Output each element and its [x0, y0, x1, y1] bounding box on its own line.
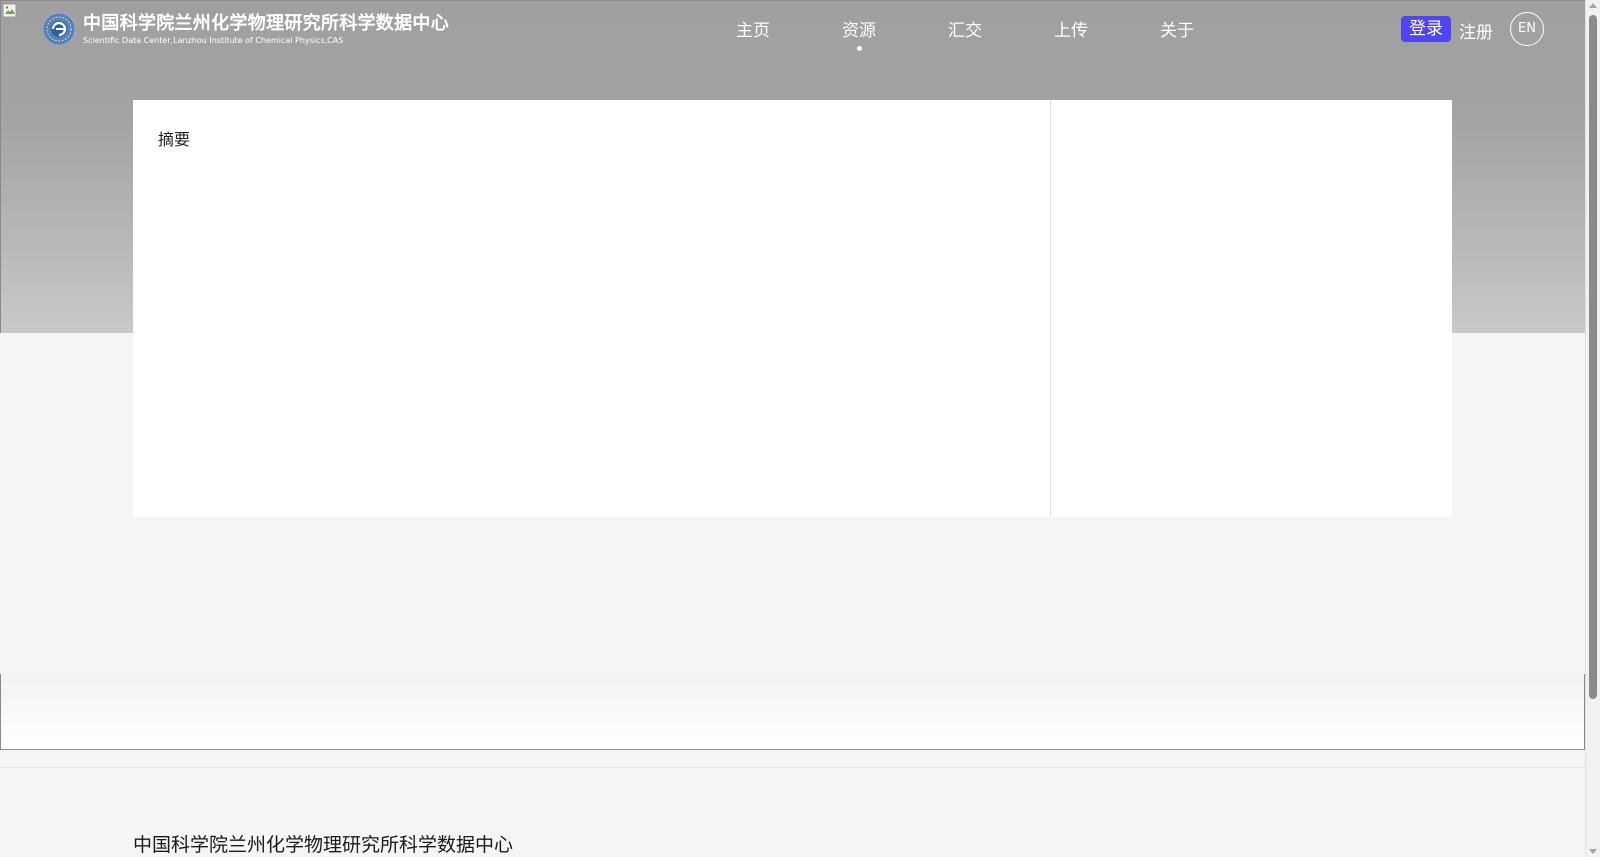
nav-item-label: 汇交 [948, 21, 982, 41]
nav-item-label: 资源 [842, 21, 876, 41]
nav-item-upload[interactable]: 上传 [1018, 16, 1124, 41]
lower-section [0, 674, 1585, 750]
active-indicator-dot [857, 46, 862, 51]
register-link[interactable]: 注册 [1459, 18, 1493, 43]
content-card: 摘要 [133, 100, 1452, 517]
side-panel [1051, 100, 1452, 517]
nav-item-submit[interactable]: 汇交 [912, 16, 1018, 41]
footer-title: 中国科学院兰州化学物理研究所科学数据中心 [133, 834, 514, 856]
abstract-heading: 摘要 [158, 130, 191, 149]
nav-item-about[interactable]: 关于 [1124, 16, 1230, 41]
nav-item-resources[interactable]: 资源 [806, 16, 912, 51]
scroll-up-arrow-icon[interactable] [1589, 3, 1597, 8]
nav-item-label: 关于 [1160, 21, 1194, 41]
site-footer: 中国科学院兰州化学物理研究所科学数据中心 [0, 767, 1585, 857]
main-nav: 主页 资源 汇交 上传 关于 [700, 16, 1230, 51]
page: 中国科学院兰州化学物理研究所科学数据中心 Scientific Data Cen… [0, 0, 1600, 857]
site-title[interactable]: 中国科学院兰州化学物理研究所科学数据中心 [83, 9, 449, 35]
institute-logo-icon[interactable] [42, 12, 76, 46]
site-header: 中国科学院兰州化学物理研究所科学数据中心 Scientific Data Cen… [0, 0, 1585, 60]
nav-item-home[interactable]: 主页 [700, 16, 806, 41]
site-subtitle: Scientific Data Center,Lanzhou Institute… [83, 36, 344, 45]
vertical-scrollbar[interactable] [1585, 0, 1600, 857]
login-button[interactable]: 登录 [1401, 16, 1451, 42]
scrollbar-thumb[interactable] [1589, 15, 1597, 699]
scroll-down-arrow-icon[interactable] [1589, 849, 1597, 854]
language-toggle-button[interactable]: EN [1510, 12, 1544, 46]
abstract-panel: 摘要 [133, 100, 1051, 517]
nav-item-label: 主页 [736, 21, 770, 41]
nav-item-label: 上传 [1054, 21, 1088, 41]
